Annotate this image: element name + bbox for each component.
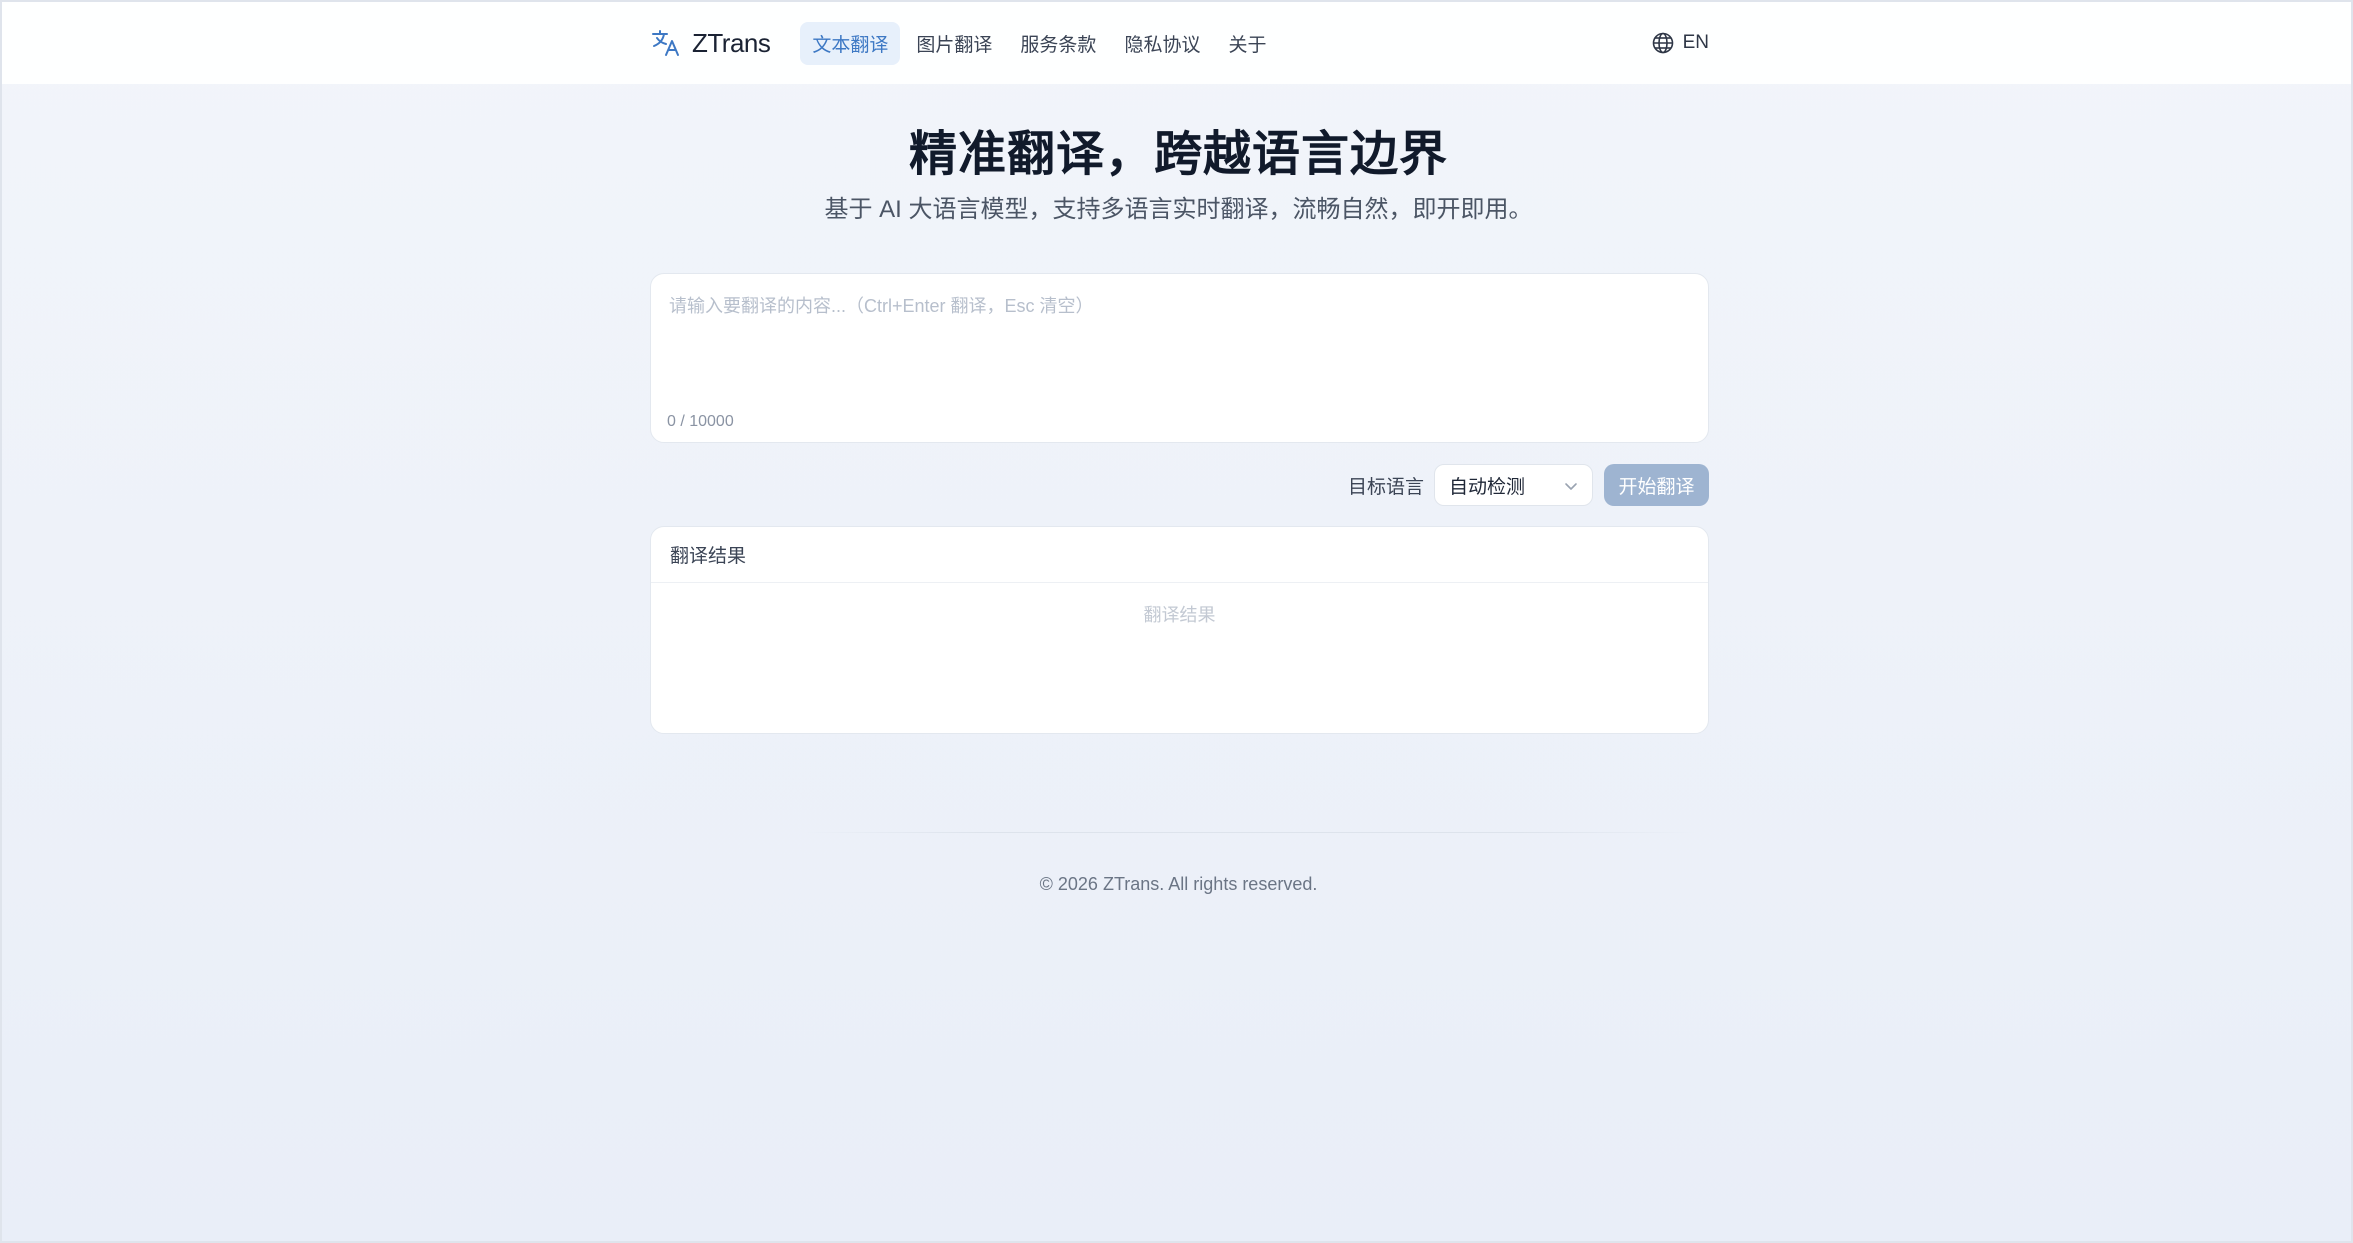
nav-privacy[interactable]: 隐私协议 xyxy=(1112,22,1212,65)
page-subtitle: 基于 AI 大语言模型，支持多语言实时翻译，流畅自然，即开即用。 xyxy=(824,196,1533,223)
target-language-label: 目标语言 xyxy=(1347,476,1424,498)
page-title: 精准翻译，跨越语言边界 xyxy=(908,128,1448,181)
translate-controls: 目标语言 自动检测 开始翻译 xyxy=(650,464,1709,506)
globe-icon xyxy=(1652,32,1673,54)
logo[interactable]: ZTrans xyxy=(650,27,771,59)
nav-text-translate[interactable]: 文本翻译 xyxy=(800,21,901,65)
logo-text: ZTrans xyxy=(692,27,771,58)
target-language-value: 自动检测 xyxy=(1449,476,1526,498)
translate-icon xyxy=(652,30,679,56)
footer-copyright: © 2026 ZTrans. All rights reserved. xyxy=(1039,874,1318,894)
header-inner: ZTrans 文本翻译 图片翻译 服务条款 隐私协议 关于 EN xyxy=(650,2,1709,84)
footer-divider xyxy=(800,832,1700,833)
result-placeholder: 翻译结果 xyxy=(1143,605,1216,625)
result-card: 翻译结果 翻译结果 xyxy=(650,526,1709,734)
target-language-select[interactable]: 自动检测 xyxy=(1434,464,1593,506)
language-label: EN xyxy=(1682,32,1709,53)
nav-image-translate[interactable]: 图片翻译 xyxy=(904,22,1004,65)
nav-about[interactable]: 关于 xyxy=(1216,22,1278,65)
main-nav: 文本翻译 图片翻译 服务条款 隐私协议 关于 xyxy=(800,21,1282,65)
source-text-input[interactable] xyxy=(669,292,1689,402)
source-input-card: 0 / 10000 xyxy=(650,273,1709,443)
result-header: 翻译结果 xyxy=(651,527,1708,583)
top-header: ZTrans 文本翻译 图片翻译 服务条款 隐私协议 关于 EN xyxy=(2,2,2351,84)
char-counter: 0 / 10000 xyxy=(667,413,734,430)
chevron-down-icon xyxy=(1565,483,1577,490)
translate-button[interactable]: 开始翻译 xyxy=(1604,464,1709,506)
nav-terms[interactable]: 服务条款 xyxy=(1008,22,1108,65)
language-switcher[interactable]: EN xyxy=(1651,31,1709,55)
